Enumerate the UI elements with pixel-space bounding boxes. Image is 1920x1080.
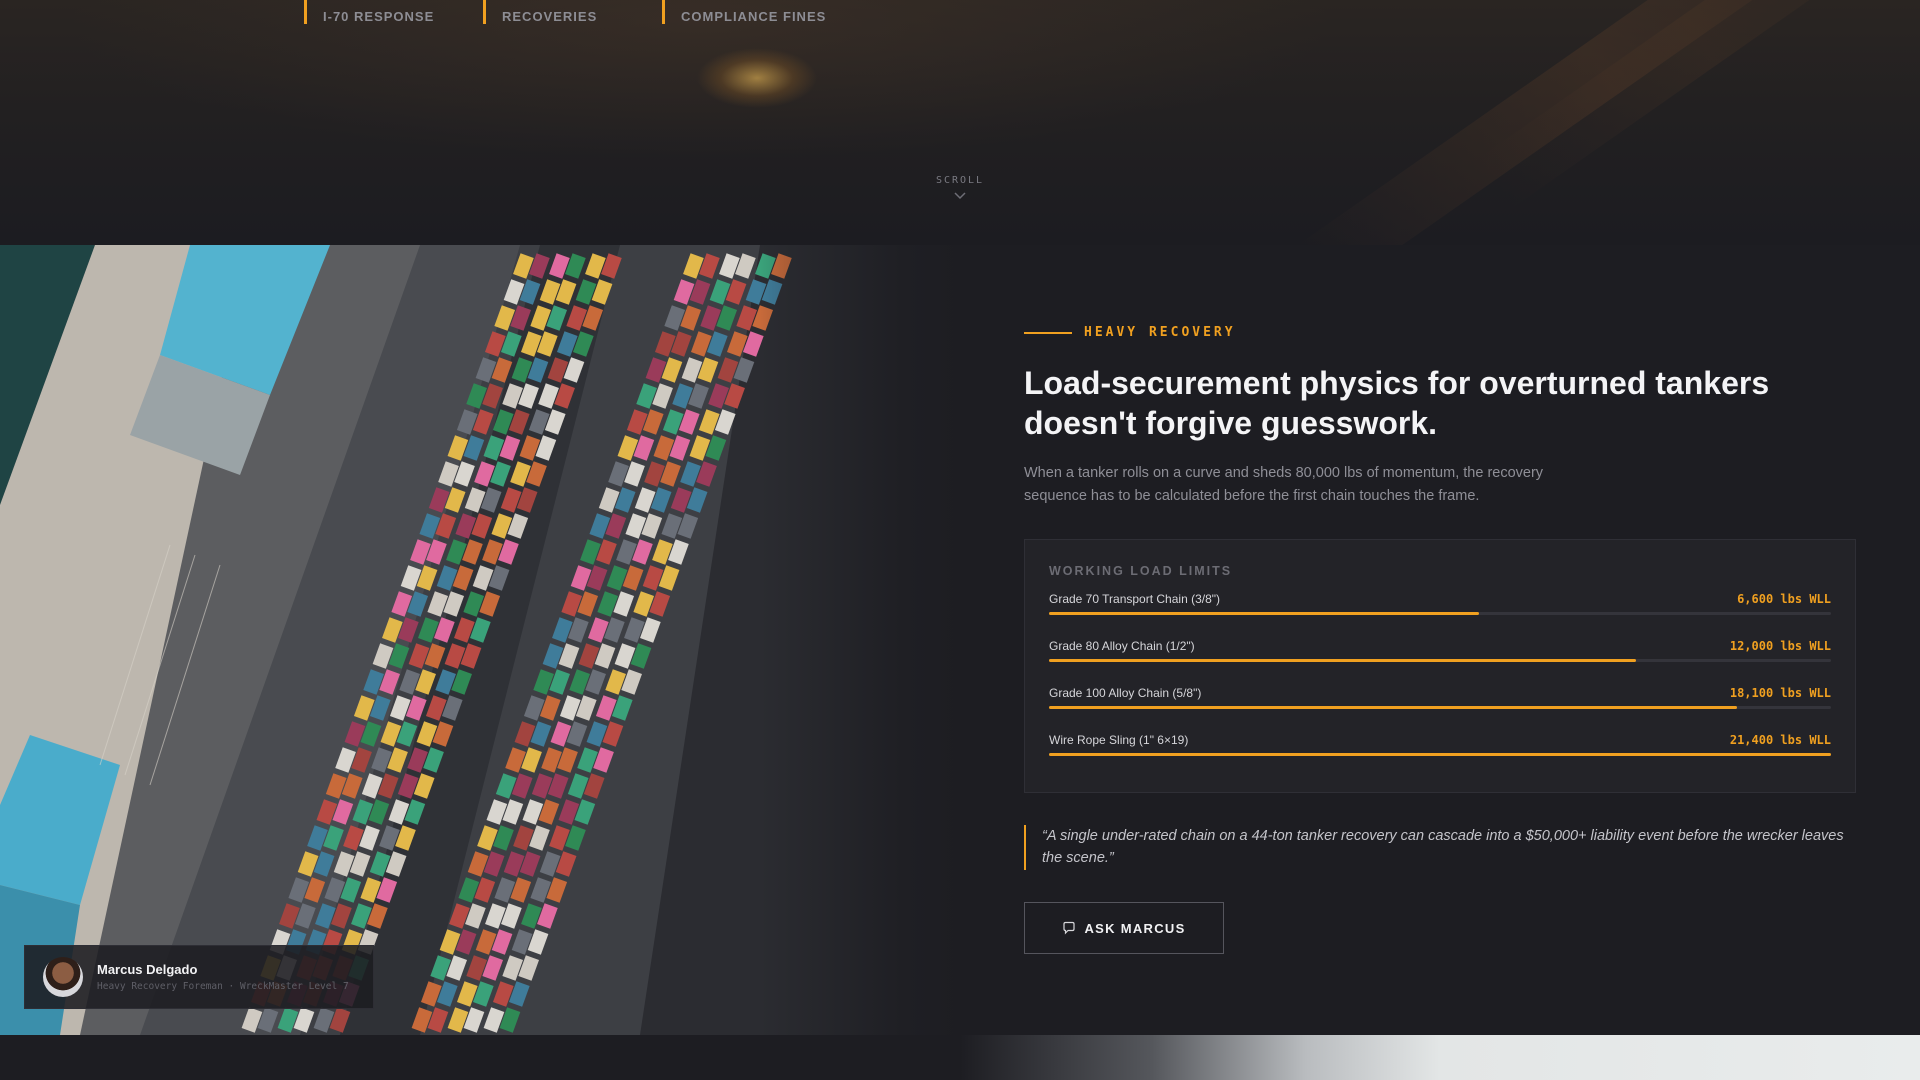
container-port-aerial-image — [0, 245, 960, 1035]
wll-bar-fill — [1049, 612, 1480, 615]
chevron-down-icon — [954, 192, 966, 200]
wll-bar-track — [1049, 706, 1831, 709]
hero-stat-label: COMPLIANCE FINES — [681, 9, 827, 24]
avatar — [43, 957, 83, 997]
scroll-label: SCROLL — [935, 175, 985, 186]
ask-marcus-button[interactable]: ASK MARCUS — [1024, 902, 1224, 954]
wll-bar-track — [1049, 753, 1831, 756]
ask-marcus-label: ASK MARCUS — [1084, 920, 1186, 936]
hero-stat-recoveries: RECOVERIES — [483, 0, 597, 24]
wll-row-value: 21,400 lbs WLL — [1729, 733, 1831, 747]
wll-row-label: Grade 70 Transport Chain (3/8") — [1049, 592, 1221, 606]
author-name: Marcus Delgado — [97, 962, 198, 977]
wll-bar-fill — [1049, 659, 1636, 662]
wll-row: Grade 100 Alloy Chain (5/8") 18,100 lbs W… — [1049, 686, 1831, 733]
heavy-recovery-section: Marcus Delgado Heavy Recovery Foreman · … — [0, 245, 1920, 1035]
wll-row: Wire Rope Sling (1" 6×19) 21,400 lbs WLL — [1049, 733, 1831, 780]
hero-stat-label: I-70 RESPONSE — [323, 9, 435, 24]
wll-bar-track — [1049, 659, 1831, 662]
wll-row-value: 18,100 lbs WLL — [1729, 686, 1831, 700]
hero-stat-compliance-fines: COMPLIANCE FINES — [662, 0, 826, 24]
wll-bar-fill — [1049, 753, 1831, 756]
section-headline: Load-securement physics for overturned t… — [1024, 365, 1770, 441]
scroll-indicator[interactable]: SCROLL — [920, 175, 1000, 202]
hero-section: I-70 RESPONSE RECOVERIES COMPLIANCE FINE… — [0, 0, 1920, 245]
wll-row-label: Grade 100 Alloy Chain (5/8") — [1049, 686, 1202, 700]
eyebrow-label: HEAVY RECOVERY — [1084, 325, 1236, 340]
hero-stat-i70-response: I-70 RESPONSE — [304, 0, 434, 24]
author-card: Marcus Delgado Heavy Recovery Foreman · … — [24, 945, 374, 1009]
wll-row-label: Wire Rope Sling (1" 6×19) — [1049, 733, 1189, 747]
author-role: Heavy Recovery Foreman · WreckMaster Lev… — [97, 981, 349, 992]
wll-bar-fill — [1049, 706, 1738, 709]
image-fade-overlay — [760, 245, 960, 1035]
wll-row-value: 12,000 lbs WLL — [1729, 639, 1831, 653]
wll-row: Grade 80 Alloy Chain (1/2") 12,000 lbs WL… — [1049, 639, 1831, 686]
section-lede: When a tanker rolls on a curve and sheds… — [1024, 465, 1544, 504]
wll-row-label: Grade 80 Alloy Chain (1/2") — [1049, 639, 1195, 653]
hero-stat-label: RECOVERIES — [502, 9, 598, 24]
pull-quote: “A single under-rated chain on a 44-ton … — [1024, 825, 1856, 870]
eyebrow-divider — [1024, 331, 1072, 334]
next-section-preview — [0, 1035, 1920, 1080]
chat-bubble-icon — [1063, 921, 1076, 935]
wll-row-value: 6,600 lbs WLL — [1737, 592, 1831, 606]
working-load-limits-panel: WORKING LOAD LIMITS Grade 70 Transport C… — [1024, 539, 1856, 793]
wll-panel-title: WORKING LOAD LIMITS — [1049, 564, 1233, 578]
wll-bar-track — [1049, 612, 1831, 615]
wll-row: Grade 70 Transport Chain (3/8") 6,600 lbs… — [1049, 592, 1831, 639]
section-eyebrow: HEAVY RECOVERY — [1024, 325, 1236, 340]
